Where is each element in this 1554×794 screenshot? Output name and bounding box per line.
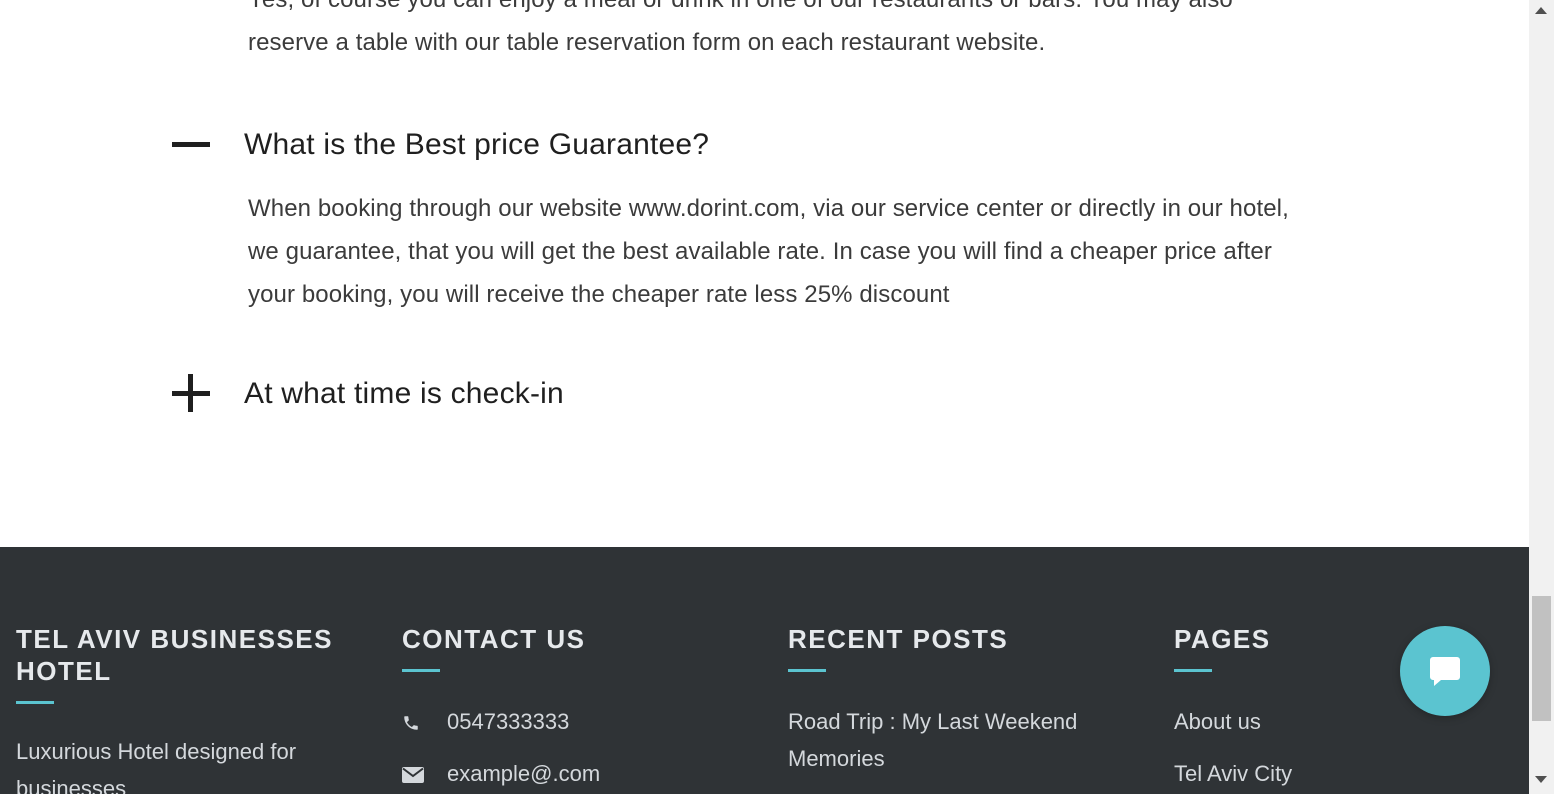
minus-icon	[172, 142, 210, 147]
footer-contact-heading: CONTACT US	[402, 624, 586, 654]
heading-accent-line	[402, 669, 440, 672]
recent-posts-list: Road Trip : My Last Weekend Memories	[788, 703, 1108, 777]
scrollbar-thumb[interactable]	[1532, 596, 1551, 721]
pages-list: About us Tel Aviv City	[1174, 703, 1474, 792]
footer-contact-column: CONTACT US 0547333333 example@.com	[402, 623, 742, 794]
faq-question-check-in[interactable]: At what time is check-in	[244, 376, 564, 412]
faq-expand-toggle[interactable]	[172, 374, 210, 412]
footer-about-text: Luxurious Hotel designed for businesses	[16, 739, 297, 794]
heading-accent-line	[16, 701, 54, 704]
phone-icon	[402, 712, 422, 732]
footer-about-heading: TEL AVIV BUSINESSES HOTEL	[16, 624, 333, 686]
contact-phone[interactable]: 0547333333	[402, 704, 742, 756]
faq-answer-best-price: When booking through our website www.dor…	[248, 195, 1289, 308]
footer-recent-posts-column: RECENT POSTS Road Trip : My Last Weekend…	[788, 623, 1128, 777]
faq-collapse-toggle[interactable]	[172, 125, 210, 163]
scroll-up-arrow-icon[interactable]	[1535, 7, 1547, 14]
page: Yes, of course you can enjoy a meal or d…	[0, 0, 1529, 794]
footer-about-column: TEL AVIV BUSINESSES HOTEL Luxurious Hote…	[16, 623, 356, 794]
contact-email[interactable]: example@.com	[402, 756, 742, 794]
vertical-scrollbar[interactable]	[1529, 0, 1554, 794]
envelope-icon	[402, 764, 424, 784]
page-link-tel-aviv-city[interactable]: Tel Aviv City	[1174, 755, 1474, 792]
scroll-down-arrow-icon[interactable]	[1535, 776, 1547, 783]
chat-bubble-icon	[1430, 657, 1460, 686]
site-footer: TEL AVIV BUSINESSES HOTEL Luxurious Hote…	[0, 547, 1529, 794]
contact-email-value: example@.com	[447, 761, 601, 786]
faq-answer-previous: Yes, of course you can enjoy a meal or d…	[248, 0, 1233, 56]
recent-post-link[interactable]: Road Trip : My Last Weekend Memories	[788, 703, 1108, 777]
contact-phone-value: 0547333333	[447, 709, 570, 734]
heading-accent-line	[788, 669, 826, 672]
footer-recent-posts-heading: RECENT POSTS	[788, 624, 1009, 654]
contact-list: 0547333333 example@.com	[402, 704, 742, 794]
chat-button[interactable]	[1400, 626, 1490, 716]
heading-accent-line	[1174, 669, 1212, 672]
faq-question-best-price[interactable]: What is the Best price Guarantee?	[244, 127, 709, 163]
